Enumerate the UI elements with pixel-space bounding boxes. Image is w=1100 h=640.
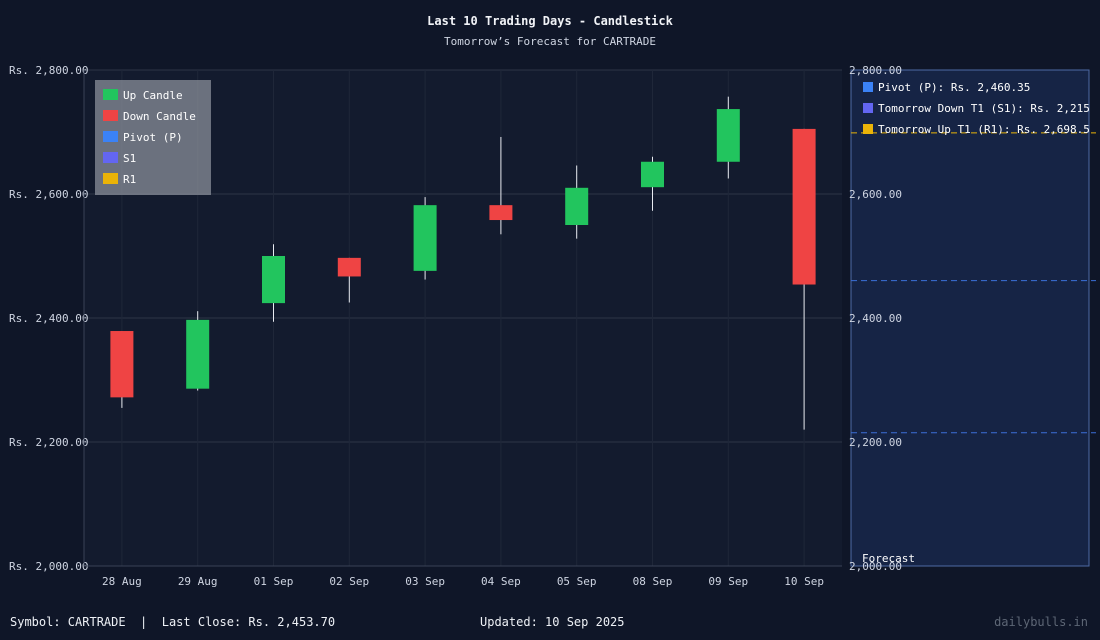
x-tick-label: 08 Sep (633, 575, 673, 588)
candle-down (337, 257, 361, 277)
legend-label: R1 (123, 173, 136, 186)
x-tick-label: 10 Sep (784, 575, 824, 588)
forecast-swatch (863, 103, 873, 113)
x-tick-label: 09 Sep (708, 575, 748, 588)
forecast-label: Forecast (862, 552, 915, 565)
x-tick-label: 05 Sep (557, 575, 597, 588)
x-tick-label: 03 Sep (405, 575, 445, 588)
legend-label: Pivot (P) (123, 131, 183, 144)
y-tick-label-right: 2,200.00 (849, 436, 902, 449)
legend-swatch (103, 152, 118, 163)
candle-up (716, 109, 740, 162)
x-tick-label: 02 Sep (329, 575, 369, 588)
footer-symbol-info: Symbol: CARTRADE | Last Close: Rs. 2,453… (10, 615, 336, 629)
legend-swatch (103, 110, 118, 121)
x-tick-label: 04 Sep (481, 575, 521, 588)
y-tick-label-right: 2,800.00 (849, 64, 902, 77)
legend-label: Down Candle (123, 110, 196, 123)
candle-up (413, 205, 437, 271)
candle-up (565, 187, 589, 225)
forecast-item-label: Tomorrow Up T1 (R1): Rs. 2,698.5 (878, 123, 1090, 136)
chart-root: { "title": "Last 10 Trading Days - Candl… (0, 0, 1100, 640)
forecast-item-label: Tomorrow Down T1 (S1): Rs. 2,215 (878, 102, 1090, 115)
legend-swatch (103, 173, 118, 184)
x-tick-label: 28 Aug (102, 575, 142, 588)
y-tick-label-left: Rs. 2,200.00 (9, 436, 88, 449)
candle-down (489, 205, 513, 221)
candle-down (110, 331, 134, 398)
footer-brand: dailybulls.in (994, 615, 1088, 629)
candle-up (641, 161, 664, 188)
y-tick-label-left: Rs. 2,400.00 (9, 312, 88, 325)
y-tick-label-left: Rs. 2,600.00 (9, 188, 88, 201)
legend-swatch (103, 89, 118, 100)
forecast-swatch (863, 124, 873, 134)
legend-label: S1 (123, 152, 136, 165)
legend-swatch (103, 131, 118, 142)
legend-label: Up Candle (123, 89, 183, 102)
y-tick-label-right: 2,400.00 (849, 312, 902, 325)
footer-updated: Updated: 10 Sep 2025 (480, 615, 625, 629)
forecast-swatch (863, 82, 873, 92)
x-tick-label: 29 Aug (178, 575, 218, 588)
candle-up (186, 319, 210, 389)
x-tick-label: 01 Sep (254, 575, 294, 588)
candle-down (792, 128, 816, 285)
y-tick-label-left: Rs. 2,000.00 (9, 560, 88, 573)
forecast-item-label: Pivot (P): Rs. 2,460.35 (878, 81, 1030, 94)
candlestick-chart: Rs. 2,000.00 Rs. 2,200.00 Rs. 2,400.00 Rs. … (9, 64, 1096, 588)
candle-up (262, 256, 285, 304)
y-tick-label-right: 2,600.00 (849, 188, 902, 201)
y-tick-label-left: Rs. 2,800.00 (9, 64, 88, 77)
